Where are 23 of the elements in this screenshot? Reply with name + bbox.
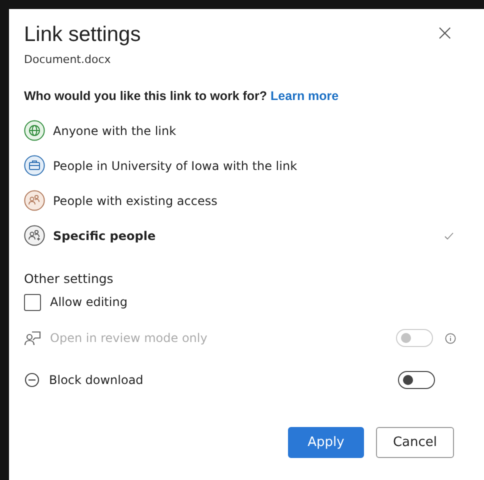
question-text: Who would you like this link to work for? Learn more xyxy=(24,89,340,103)
globe-icon xyxy=(24,120,45,141)
file-name: Document.docx xyxy=(24,53,111,66)
link-option[interactable]: People with existing access xyxy=(53,194,454,208)
apply-button[interactable]: Apply xyxy=(288,427,364,458)
close-button[interactable]: × xyxy=(436,23,454,45)
setting-label: Block download xyxy=(49,373,144,387)
people-icon xyxy=(24,190,45,211)
learn-more-link[interactable]: Learn more xyxy=(270,89,339,103)
setting-label: Open in review mode only xyxy=(50,331,208,345)
link-option[interactable]: Specific people xyxy=(53,228,436,242)
minus-circle-icon xyxy=(24,372,40,388)
setting-label: Allow editing xyxy=(50,295,128,309)
link-option[interactable]: Anyone with the link xyxy=(53,124,454,138)
briefcase-icon xyxy=(24,155,45,176)
checkbox[interactable] xyxy=(24,294,41,310)
section-heading: Other settings xyxy=(24,271,114,286)
presenter-icon xyxy=(24,330,41,346)
toggle-switch[interactable] xyxy=(398,371,435,389)
cancel-button[interactable]: Cancel xyxy=(376,427,454,458)
link-option[interactable]: People in University of Iowa with the link xyxy=(53,158,454,172)
people-icon xyxy=(24,225,45,246)
dialog-title: Link settings xyxy=(24,23,141,47)
